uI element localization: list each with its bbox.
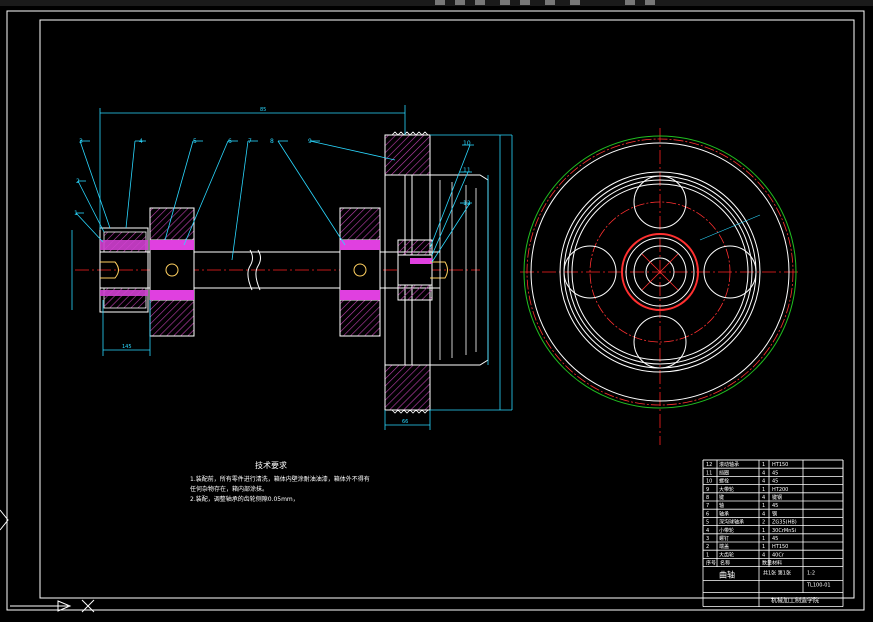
part-name: 轴 (719, 502, 724, 509)
leader-3: 3 (79, 138, 83, 145)
leader-11: 11 (463, 167, 471, 174)
leader-12: 12 (463, 200, 471, 207)
part-material: 40Cr (772, 552, 785, 558)
pulley-rim-top (384, 134, 431, 176)
part-qty: 1 (762, 536, 765, 542)
part-name: 滚动轴承 (719, 461, 739, 468)
part-qty: 1 (762, 503, 765, 509)
dim-left: 145 (122, 344, 132, 350)
parts-list-table: 12 滚动轴承 1 HT15011 挡圈 4 4510 螺栓 4 459 大带轮 1 HT2008 键 4 键… (702, 459, 844, 607)
part-name: 键 (719, 494, 724, 501)
pulley-end-view (520, 128, 800, 445)
part-material: HT150 (772, 462, 788, 468)
part-no: 2 (706, 544, 709, 550)
part-name: 大带轮 (719, 486, 734, 493)
leader-10: 10 (463, 140, 471, 147)
sheet-count: 共1张 第1张 (763, 570, 791, 577)
part-material: 钢 (772, 510, 777, 517)
scale: 1:2 (807, 571, 815, 577)
part-qty: 4 (762, 470, 765, 476)
leader-4: 4 (139, 138, 143, 145)
leader-5: 5 (193, 138, 197, 145)
part-name: 轴承 (719, 510, 729, 517)
part-no: 10 (706, 479, 712, 485)
part-qty: 4 (762, 479, 765, 485)
part-qty: 1 (762, 544, 765, 550)
part-qty: 4 (762, 495, 765, 501)
part-name: 螺钉 (719, 535, 729, 542)
drawing-code: TL100-01 (806, 583, 831, 589)
leader-9: 9 (308, 138, 312, 145)
part-material: 45 (772, 536, 778, 542)
part-name: 大齿轮 (719, 551, 734, 558)
leader-7: 7 (248, 138, 252, 145)
part-no: 5 (706, 520, 709, 526)
part-qty: 1 (762, 487, 765, 493)
part-no: 12 (706, 462, 712, 468)
school-name: 机械加工制造学院 (771, 597, 819, 605)
leader-8: 8 (270, 138, 274, 145)
part-no: 7 (706, 503, 709, 509)
dim-right: 66 (402, 419, 408, 425)
part-name: 挡圈 (719, 469, 729, 476)
part-material: HT150 (772, 544, 788, 550)
part-qty: 4 (762, 552, 765, 558)
notes-line-3: 2.装配，调整轴承的齿轮侧隙0.05mm， (190, 495, 299, 503)
part-material: 30CrMnSi (772, 528, 796, 534)
part-qty: 1 (762, 528, 765, 534)
part-no: 11 (706, 470, 712, 476)
ucs-icon (0, 509, 95, 613)
header-cell: 数量 (762, 560, 772, 567)
notes-line-1: 1.装配前，所有零件进行清洗，箱体内壁涂耐油油漆，箱体外不得有 (190, 475, 370, 483)
notes-title: 技术要求 (255, 460, 287, 470)
part-no: 8 (706, 495, 709, 501)
cad-drawing-canvas[interactable]: 85 145 66 1 2 3 4 5 6 7 8 9 10 11 12 技术要… (0, 0, 873, 622)
part-material: 45 (772, 470, 778, 476)
part-name: 螺栓 (719, 478, 729, 485)
part-material: 45 (772, 503, 778, 509)
header-cell: 序号 (706, 560, 716, 567)
part-qty: 1 (762, 462, 765, 468)
technical-notes: 技术要求 1.装配前，所有零件进行清洗，箱体内壁涂耐油油漆，箱体外不得有 任何杂… (190, 460, 370, 503)
notes-line-2: 任何杂物存在，箱内部涂抹。 (190, 485, 268, 493)
part-no: 1 (706, 552, 709, 558)
part-name: 深沟球轴承 (719, 519, 744, 526)
leader-6: 6 (228, 138, 232, 145)
part-material: HT200 (772, 487, 788, 493)
dimension-lines (71, 105, 513, 430)
part-material: ZG35(HB) (772, 520, 797, 526)
dim-overall: 85 (260, 107, 266, 113)
part-no: 9 (706, 487, 709, 493)
part-material: 键钢 (772, 494, 782, 501)
part-no: 4 (706, 528, 709, 534)
header-cell: 名称 (720, 560, 730, 567)
part-material: 45 (772, 479, 778, 485)
part-name: 端盖 (719, 543, 729, 550)
part-name: 小带轮 (719, 527, 734, 534)
header-cell: 材料 (772, 560, 782, 567)
part-qty: 4 (762, 511, 765, 517)
leader-1: 1 (74, 210, 78, 217)
part-no: 3 (706, 536, 709, 542)
part-title: 曲轴 (719, 570, 735, 580)
part-qty: 2 (762, 520, 765, 526)
shaft-section-view: 85 145 66 1 2 3 4 5 6 7 8 9 10 11 12 (71, 105, 513, 430)
part-no: 6 (706, 511, 709, 517)
leader-2: 2 (76, 178, 80, 185)
